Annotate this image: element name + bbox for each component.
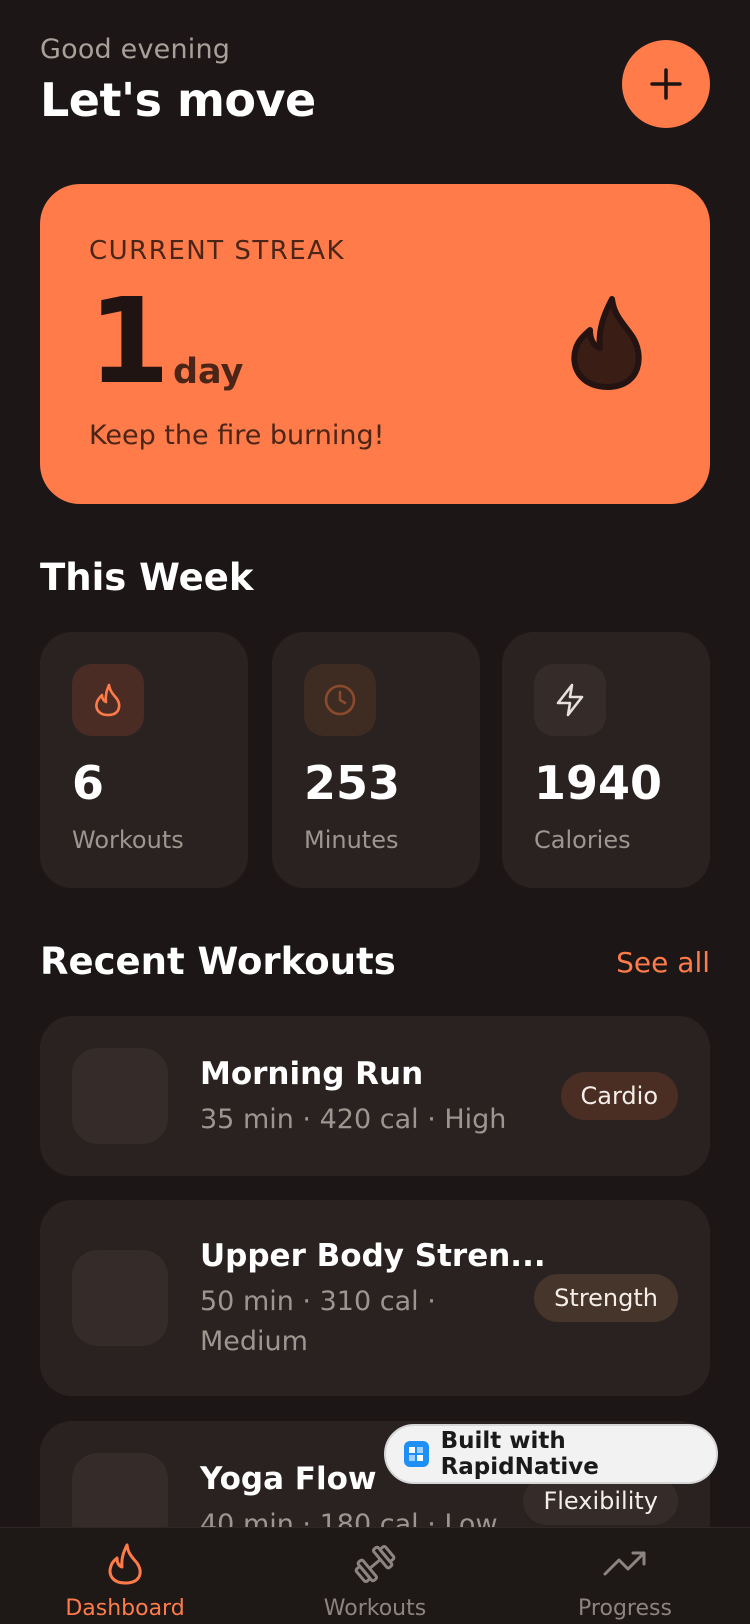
workout-thumbnail <box>72 1048 168 1144</box>
lightning-icon <box>556 683 584 717</box>
clock-icon <box>324 684 356 716</box>
streak-subtitle: Keep the fire burning! <box>89 420 385 451</box>
tab-label: Dashboard <box>65 1596 185 1621</box>
workout-meta: 50 min · 310 cal · <box>200 1286 436 1317</box>
this-week-title: This Week <box>40 556 254 599</box>
tab-dashboard[interactable]: Dashboard <box>35 1542 215 1621</box>
tab-progress[interactable]: Progress <box>535 1542 715 1621</box>
see-all-link[interactable]: See all <box>616 946 710 979</box>
workout-name: Yoga Flow <box>200 1461 377 1497</box>
current-streak-card[interactable]: CURRENT STREAK 1 day Keep the fire burni… <box>40 184 710 504</box>
workout-thumbnail <box>72 1250 168 1346</box>
badge-text: Built with RapidNative <box>440 1428 599 1480</box>
stat-label: Calories <box>534 826 631 854</box>
stat-icon-container <box>72 664 144 736</box>
stat-icon-container <box>534 664 606 736</box>
header: Good evening Let's move <box>40 34 710 134</box>
stat-label: Workouts <box>72 826 184 854</box>
streak-unit: day <box>173 352 244 392</box>
stat-value: 6 <box>72 756 105 810</box>
dashboard-screen: Good evening Let's move CURRENT STREAK 1… <box>0 0 750 1624</box>
workout-meta: 35 min · 420 cal · High <box>200 1104 507 1135</box>
stat-icon-container <box>304 664 376 736</box>
streak-count: 1 <box>88 272 171 410</box>
flame-icon <box>108 1543 142 1585</box>
page-title: Let's move <box>40 73 316 127</box>
stat-card-calories[interactable]: 1940 Calories <box>502 632 710 888</box>
dumbbell-icon <box>354 1544 396 1584</box>
bottom-tab-bar: Dashboard Workouts Progress <box>0 1527 750 1624</box>
stat-card-workouts[interactable]: 6 Workouts <box>40 632 248 888</box>
tab-workouts[interactable]: Workouts <box>285 1542 465 1621</box>
recent-workouts-title: Recent Workouts <box>40 940 396 983</box>
stat-value: 253 <box>304 756 401 810</box>
trending-up-icon <box>603 1551 646 1576</box>
flame-icon <box>571 296 642 390</box>
category-tag: Cardio <box>560 1072 678 1120</box>
tab-label: Progress <box>578 1596 672 1621</box>
workout-meta: Medium <box>200 1326 308 1357</box>
streak-label: CURRENT STREAK <box>89 236 346 266</box>
flame-icon <box>95 683 121 717</box>
rapidnative-logo-icon <box>404 1441 429 1467</box>
workout-name: Morning Run <box>200 1056 424 1092</box>
stat-value: 1940 <box>534 756 663 810</box>
built-with-badge[interactable]: Built with RapidNative <box>384 1424 718 1484</box>
category-tag: Strength <box>534 1274 678 1322</box>
stat-label: Minutes <box>304 826 399 854</box>
workout-row[interactable]: Upper Body Stren... 50 min · 310 cal · M… <box>40 1200 710 1396</box>
stat-card-minutes[interactable]: 253 Minutes <box>272 632 480 888</box>
greeting-text: Good evening <box>40 34 231 65</box>
workout-name: Upper Body Stren... <box>200 1238 546 1274</box>
workout-row[interactable]: Morning Run 35 min · 420 cal · High Card… <box>40 1016 710 1176</box>
add-workout-button[interactable] <box>622 40 710 128</box>
plus-icon <box>650 68 682 100</box>
category-tag: Flexibility <box>523 1477 678 1525</box>
tab-label: Workouts <box>323 1596 427 1621</box>
